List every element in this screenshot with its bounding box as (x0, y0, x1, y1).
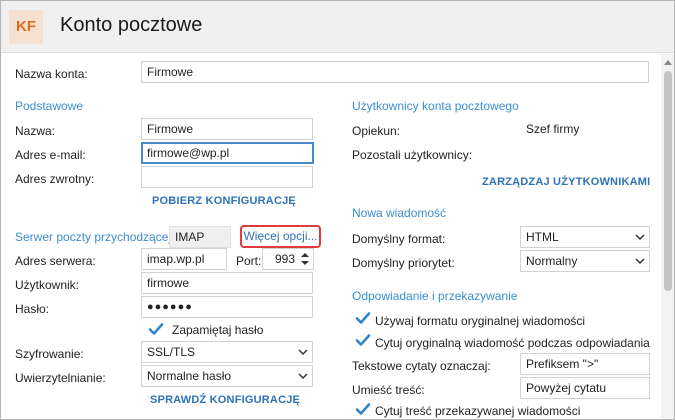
server-address-label: Adres serwera: (15, 254, 96, 268)
name-input[interactable]: Firmowe (141, 118, 313, 140)
encryption-label: Szyfrowanie: (15, 347, 84, 361)
return-address-input[interactable] (141, 166, 313, 188)
form-content: Nazwa konta: Firmowe Podstawowe Nazwa: F… (1, 54, 661, 419)
more-options-button[interactable]: Więcej opcji... (240, 225, 321, 248)
check-config-button[interactable]: SPRAWDŹ KONFIGURACJĘ (150, 394, 300, 406)
guardian-value: Szef firmy (520, 118, 650, 140)
email-input[interactable]: firmowe@wp.pl (141, 142, 314, 164)
encryption-value: SSL/TLS (147, 345, 196, 359)
default-format-select[interactable]: HTML (520, 226, 650, 248)
return-address-label: Adres zwrotny: (15, 172, 95, 186)
guardian-label: Opiekun: (352, 124, 401, 138)
default-format-label: Domyślny format: (352, 232, 446, 246)
place-content-label: Umieść treść: (352, 383, 425, 397)
user-input[interactable]: firmowe (141, 272, 313, 294)
default-format-value: HTML (526, 230, 559, 244)
authentication-select[interactable]: Normalne hasło (141, 365, 313, 387)
scrollbar-thumb[interactable] (664, 71, 672, 291)
title-bar: KF Konto pocztowe (1, 1, 674, 53)
incoming-server-heading: Serwer poczty przychodzącej: (15, 230, 175, 244)
encryption-select[interactable]: SSL/TLS (141, 341, 313, 363)
authentication-label: Uwierzytelnianie: (15, 371, 106, 385)
default-priority-value: Normalny (526, 254, 578, 268)
account-name-input[interactable]: Firmowe (141, 61, 649, 83)
chevron-down-icon (298, 373, 308, 380)
password-label: Hasło: (15, 302, 50, 316)
reply-section-heading: Odpowiadanie i przekazywanie (352, 289, 518, 303)
fetch-config-button[interactable]: POBIERZ KONFIGURACJĘ (152, 195, 296, 207)
place-content-input[interactable]: Powyżej cytatu (520, 377, 650, 399)
manage-users-button[interactable]: ZARZĄDZAJ UŻYTKOWNIKAMI (482, 176, 650, 188)
chevron-down-icon (635, 234, 645, 241)
port-label: Port: (236, 254, 262, 268)
scroll-up-icon[interactable] (663, 58, 673, 66)
quote-forwarded-checkbox[interactable] (355, 401, 371, 417)
chevron-down-icon (298, 349, 308, 356)
email-label: Adres e-mail: (15, 148, 86, 162)
app-logo: KF (9, 10, 43, 44)
default-priority-label: Domyślny priorytet: (352, 256, 455, 270)
quote-original-label: Cytuj oryginalną wiadomość podczas odpow… (375, 336, 650, 350)
remember-password-label: Zapamiętaj hasło (172, 323, 264, 337)
authentication-value: Normalne hasło (147, 369, 232, 383)
window-title: Konto pocztowe (60, 14, 203, 36)
port-input[interactable]: 993 (262, 248, 314, 270)
port-value: 993 (274, 252, 295, 266)
chevron-down-icon (635, 258, 645, 265)
quote-marker-label: Tekstowe cytaty oznaczaj: (352, 359, 491, 373)
account-name-label: Nazwa konta: (15, 67, 88, 81)
user-label: Użytkownik: (15, 278, 80, 292)
port-spinner-icon[interactable] (300, 251, 310, 267)
basic-section-heading: Podstawowe (15, 99, 84, 113)
server-address-input[interactable]: imap.wp.pl (141, 248, 227, 270)
remember-password-checkbox[interactable] (148, 321, 164, 337)
quote-marker-input[interactable]: Prefiksem ">" (520, 353, 650, 375)
use-original-format-checkbox[interactable] (355, 310, 371, 326)
other-users-label: Pozostali użytkownicy: (352, 148, 473, 162)
new-message-heading: Nowa wiadomość (352, 206, 447, 220)
name-label: Nazwa: (15, 124, 56, 138)
default-priority-select[interactable]: Normalny (520, 250, 650, 272)
quote-original-checkbox[interactable] (355, 332, 371, 348)
use-original-format-label: Używaj formatu oryginalnej wiadomości (375, 314, 586, 328)
password-input[interactable]: ●●●●●● (141, 296, 313, 318)
protocol-field: IMAP (169, 226, 231, 248)
quote-forwarded-label: Cytuj treść przekazywanej wiadomości (375, 404, 581, 418)
users-section-heading: Użytkownicy konta pocztowego (352, 99, 519, 113)
account-window: KF Konto pocztowe Nazwa konta: Firmowe P… (0, 0, 675, 420)
